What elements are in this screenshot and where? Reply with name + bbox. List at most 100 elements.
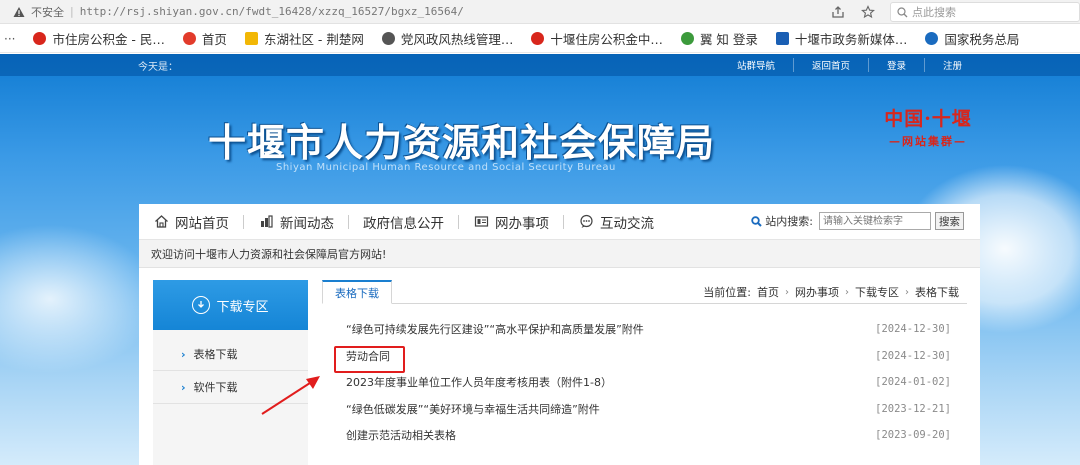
top-link-login[interactable]: 登录: [867, 58, 924, 72]
list-item[interactable]: 创建示范活动相关表格 [2023-09-20]: [322, 422, 967, 449]
bookmark-label: 翼 知 登录: [699, 32, 758, 47]
nav-item-news[interactable]: 新闻动态: [244, 204, 348, 240]
site-favicon-icon: [182, 32, 196, 45]
breadcrumb-separator: ›: [905, 286, 909, 298]
address-bar-actions: 点此搜索: [830, 0, 1080, 24]
bookmarks-overflow[interactable]: ···: [4, 32, 15, 46]
list-item[interactable]: 2023年度事业单位工作人员年度考核用表（附件1-8） [2024-01-02]: [322, 369, 967, 396]
top-link-site-nav[interactable]: 站群导航: [719, 58, 793, 72]
tab-form-download[interactable]: 表格下载: [322, 280, 392, 304]
bookmark-label: 东湖社区 - 荆楚网: [263, 32, 364, 47]
list-item-date: [2024-12-30]: [875, 323, 951, 336]
sidebar-item-software-download[interactable]: › 软件下载: [153, 371, 308, 404]
nav-item-home[interactable]: 网站首页: [139, 204, 243, 240]
bookmark-star-icon[interactable]: [860, 4, 876, 20]
chat-icon: [578, 214, 594, 230]
breadcrumb-item[interactable]: 首页: [757, 284, 779, 300]
breadcrumb-separator: ›: [785, 286, 789, 298]
today-label: 今天是：: [138, 61, 178, 73]
bookmark-item[interactable]: 十堰市政务新媒体…: [775, 29, 908, 48]
welcome-message: 欢迎访问十堰市人力资源和社会保障局官方网站!: [139, 240, 980, 268]
download-list: “绿色可持续发展先行区建设”“高水平保护和高质量发展”附件 [2024-12-3…: [322, 316, 967, 449]
top-link-home[interactable]: 返回首页: [792, 58, 868, 72]
site-search-label: 站内搜索:: [765, 215, 813, 228]
site-title: 十堰市人力资源和社会保障局: [208, 120, 716, 165]
site-favicon-icon: [531, 32, 545, 45]
chevron-right-icon: ›: [181, 380, 186, 394]
share-icon[interactable]: [830, 4, 846, 20]
breadcrumb-separator: ›: [845, 286, 849, 298]
download-sidebar: 下载专区 › 表格下载 › 软件下载: [153, 280, 308, 465]
list-item-title[interactable]: 2023年度事业单位工作人员年度考核用表（附件1-8）: [346, 374, 612, 390]
sidebar-item-label: 表格下载: [193, 348, 238, 361]
bookmark-label: 首页: [201, 32, 227, 47]
home-icon: [153, 214, 169, 230]
sidebar-item-label: 软件下载: [193, 381, 238, 394]
bookmarks-bar: ··· 市住房公积金 - 民… 首页 东湖社区 - 荆楚网 党风政风热线管理… …: [0, 25, 1080, 53]
nav-item-gov-info[interactable]: 政府信息公开: [349, 204, 458, 240]
breadcrumb-item[interactable]: 表格下载: [915, 284, 959, 300]
list-item-title[interactable]: “绿色低碳发展”“美好环境与幸福生活共同缔造”附件: [346, 401, 600, 417]
list-item-date: [2023-09-20]: [875, 429, 951, 442]
bookmark-label: 十堰市政务新媒体…: [794, 32, 908, 47]
bookmark-item[interactable]: 十堰住房公积金中…: [531, 29, 663, 48]
main-nav: 网站首页 新闻动态 政府信息公开 网办事项 互动交流 站内搜索: 请输入关键检索…: [139, 204, 980, 240]
site-favicon-icon: [925, 32, 939, 45]
list-item-title[interactable]: “绿色可持续发展先行区建设”“高水平保护和高质量发展”附件: [346, 321, 644, 337]
bookmark-item[interactable]: 市住房公积金 - 民…: [33, 29, 165, 48]
search-icon: [751, 215, 762, 227]
sidebar-header[interactable]: 下载专区: [153, 280, 308, 330]
nav-label: 互动交流: [600, 215, 654, 232]
list-item-title[interactable]: 创建示范活动相关表格: [346, 427, 456, 443]
site-favicon-icon: [244, 32, 258, 45]
nav-label: 网站首页: [175, 215, 229, 232]
top-links: 站群导航 返回首页 登录 注册: [719, 54, 980, 76]
list-item-date: [2024-12-30]: [875, 349, 951, 362]
url-field[interactable]: http://rsj.shiyan.gov.cn/fwdt_16428/xzzq…: [80, 5, 464, 18]
group-logo-sub: —网站集群—: [889, 135, 967, 148]
site-search-button[interactable]: 搜索: [935, 212, 964, 230]
service-icon: [473, 214, 489, 230]
list-item[interactable]: “绿色可持续发展先行区建设”“高水平保护和高质量发展”附件 [2024-12-3…: [322, 316, 967, 343]
site-favicon-icon: [33, 32, 47, 45]
bookmark-item[interactable]: 党风政风热线管理…: [381, 29, 514, 48]
bookmark-item[interactable]: 东湖社区 - 荆楚网: [244, 29, 364, 48]
bookmark-label: 党风政风热线管理…: [400, 32, 514, 47]
site-subtitle: Shiyan Municipal Human Resource and Soci…: [276, 162, 616, 173]
browser-address-bar: 不安全 | http://rsj.shiyan.gov.cn/fwdt_1642…: [0, 0, 1080, 24]
news-icon: [258, 214, 274, 230]
site-favicon-icon: [775, 32, 789, 45]
cloud-decoration: [0, 224, 160, 374]
site-search-input[interactable]: [819, 212, 931, 230]
nav-item-interaction[interactable]: 互动交流: [564, 204, 668, 240]
site-top-strip: 今天是： 站群导航 返回首页 登录 注册: [0, 54, 1080, 76]
insecure-label[interactable]: 不安全: [31, 4, 64, 20]
nav-item-online-services[interactable]: 网办事项: [459, 204, 563, 240]
browser-search-box[interactable]: 点此搜索: [890, 2, 1080, 22]
site-search: 站内搜索: 搜索: [751, 212, 964, 230]
bookmark-label: 十堰住房公积金中…: [550, 32, 663, 47]
nav-label: 政府信息公开: [363, 215, 444, 232]
list-item[interactable]: 劳动合同 [2024-12-30]: [322, 343, 967, 373]
site-favicon-icon: [381, 32, 395, 45]
bookmark-item[interactable]: 翼 知 登录: [680, 29, 758, 48]
site-group-logo[interactable]: 中国·十堰 —网站集群—: [876, 104, 980, 149]
breadcrumb-label: 当前位置:: [703, 286, 751, 299]
breadcrumb-item[interactable]: 网办事项: [795, 284, 839, 300]
website-viewport: 今天是： 站群导航 返回首页 登录 注册 十堰市人力资源和社会保障局 Shiya…: [0, 54, 1080, 465]
site-favicon-icon: [680, 32, 694, 45]
bookmark-label: 市住房公积金 - 民…: [52, 32, 165, 47]
chevron-right-icon: ›: [181, 347, 186, 361]
main-panel: 网站首页 新闻动态 政府信息公开 网办事项 互动交流 站内搜索: 请输入关键检索…: [139, 204, 980, 465]
sidebar-item-form-download[interactable]: › 表格下载: [153, 338, 308, 371]
bookmark-item[interactable]: 首页: [182, 29, 227, 48]
download-icon: [192, 296, 211, 314]
breadcrumb: 当前位置: 首页 › 网办事项 › 下载专区 › 表格下载: [703, 280, 959, 304]
top-link-register[interactable]: 注册: [923, 58, 980, 72]
search-icon: [897, 6, 908, 17]
bookmark-item[interactable]: 国家税务总局: [925, 29, 1019, 48]
breadcrumb-item[interactable]: 下载专区: [855, 284, 899, 300]
list-item[interactable]: “绿色低碳发展”“美好环境与幸福生活共同缔造”附件 [2023-12-21]: [322, 396, 967, 423]
list-item-date: [2023-12-21]: [875, 402, 951, 415]
group-logo-main: 中国·十堰: [884, 108, 972, 130]
